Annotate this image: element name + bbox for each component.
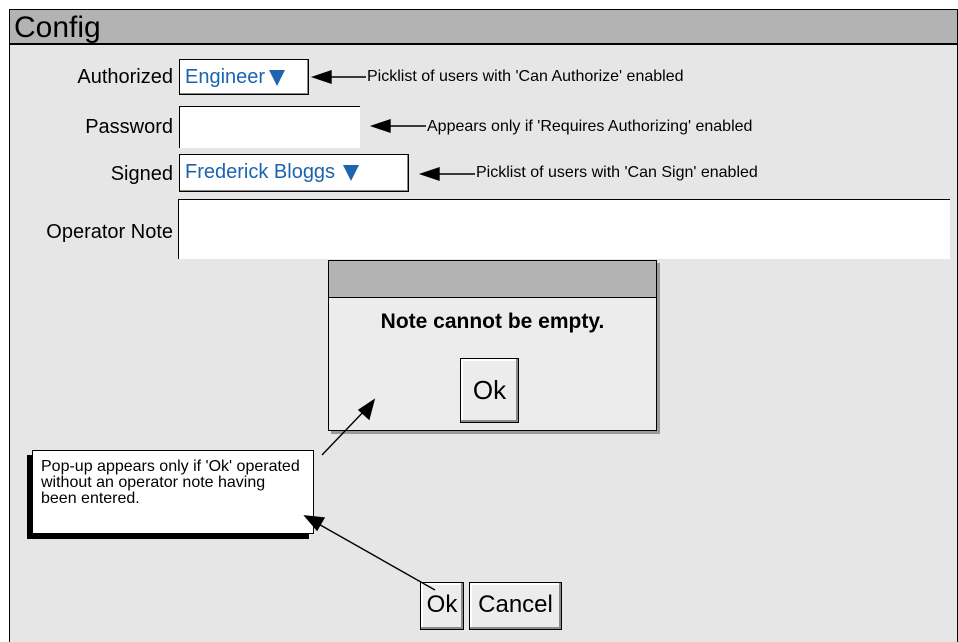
arrowhead-icon — [369, 119, 391, 133]
arrowhead-icon — [357, 398, 376, 421]
callout-to-popup-arrow — [321, 407, 368, 456]
arrowhead-icon — [310, 70, 332, 84]
annotation-arrows — [303, 70, 475, 591]
arrowhead-icon — [418, 167, 440, 181]
arrowhead-icon — [303, 515, 326, 532]
callout-to-ok-arrow — [314, 521, 436, 591]
